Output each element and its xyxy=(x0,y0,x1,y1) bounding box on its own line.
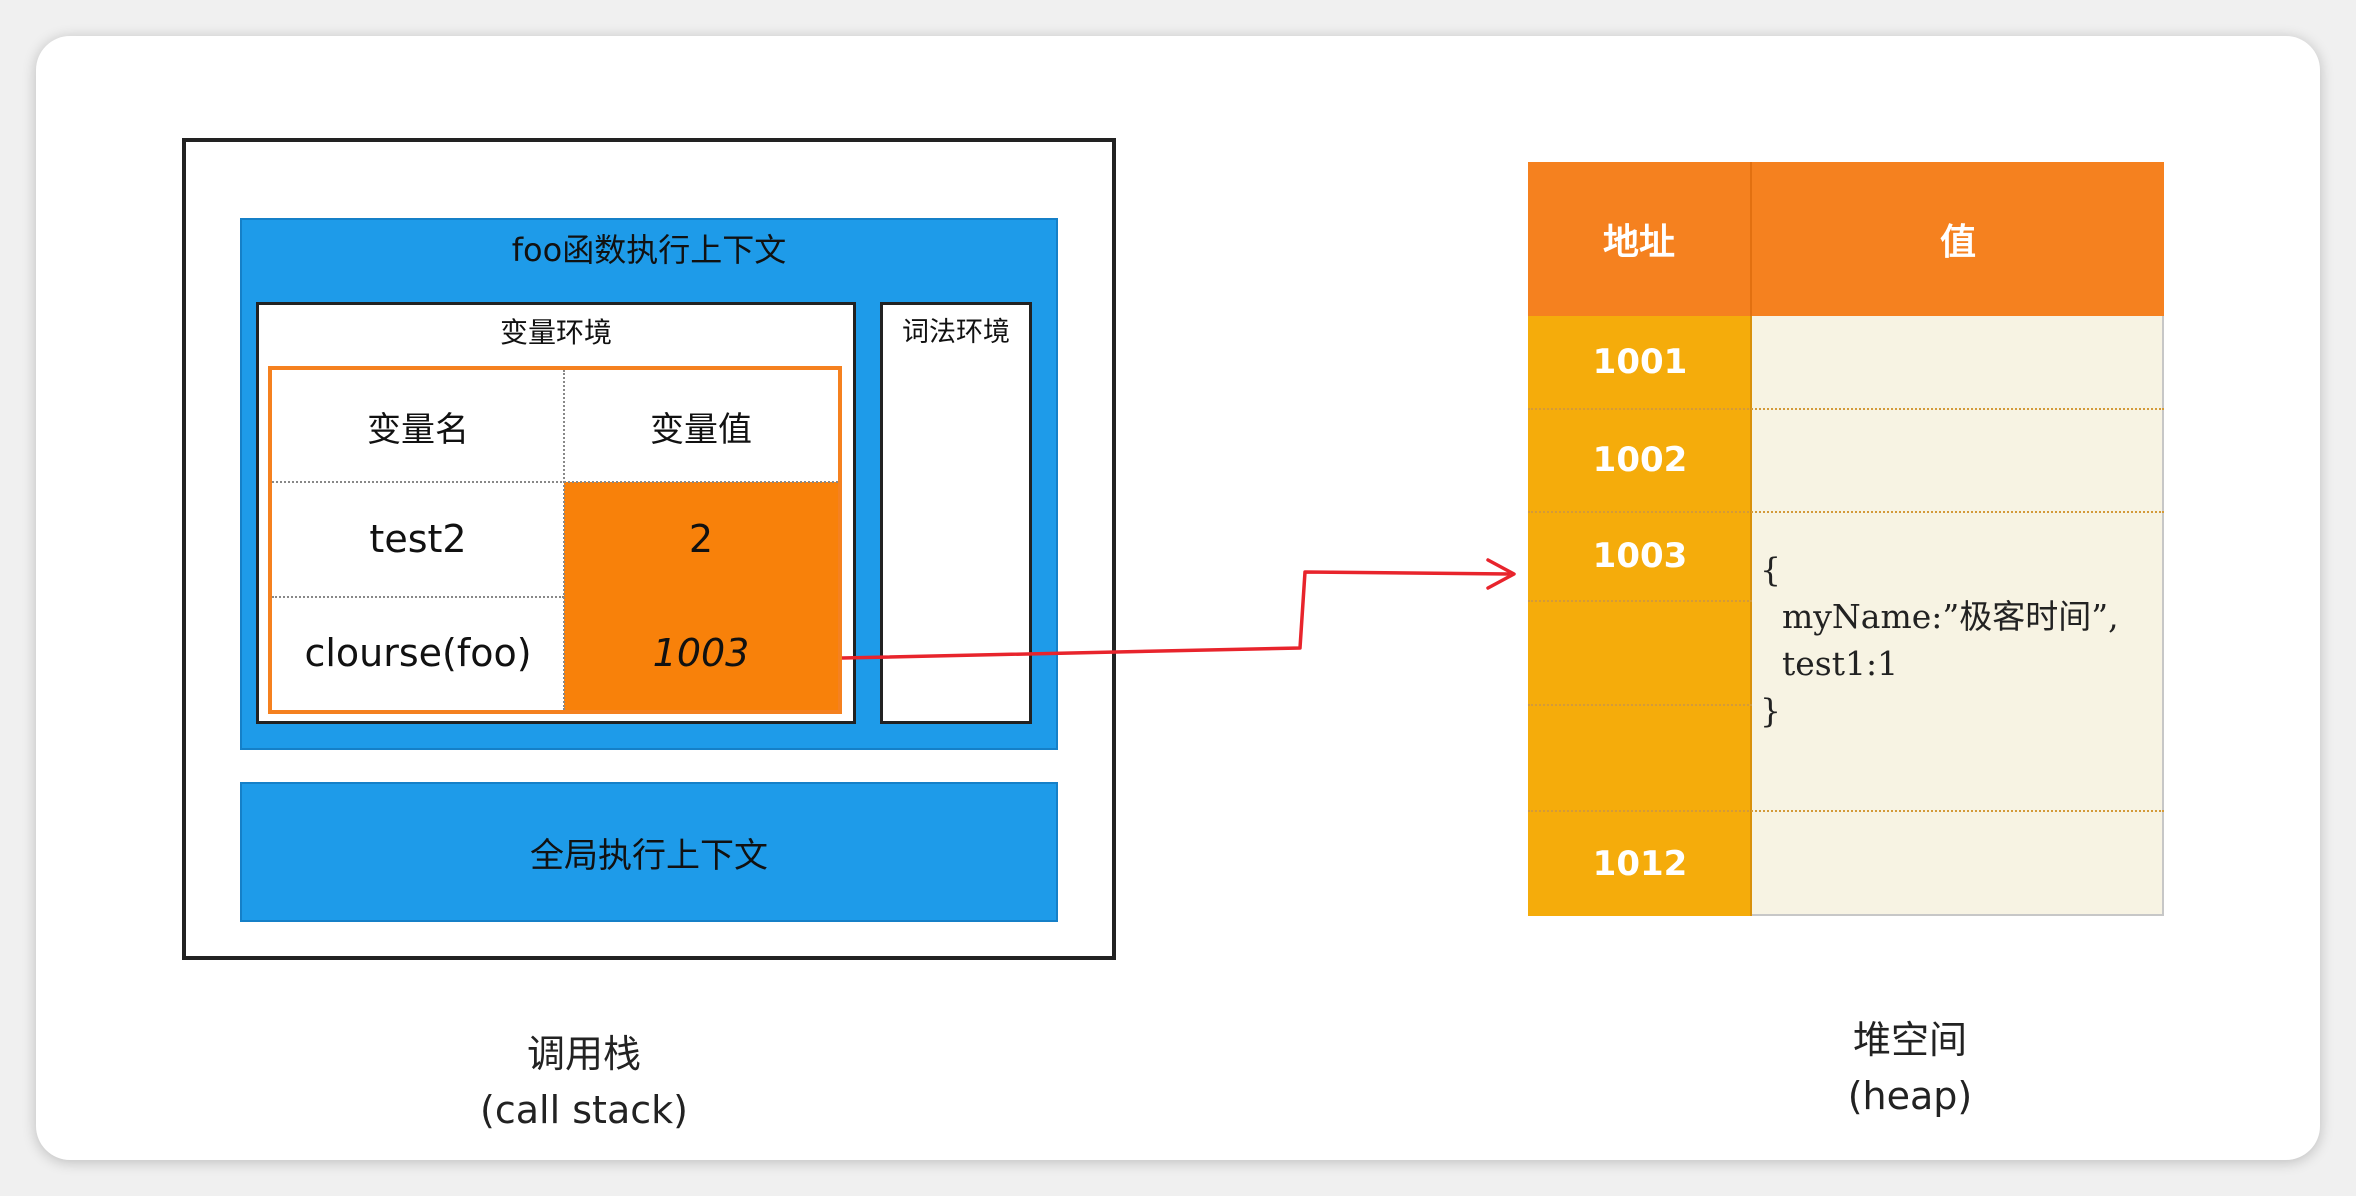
pointer-arrow xyxy=(841,558,1516,660)
pointer-arrow-line xyxy=(841,570,1511,660)
